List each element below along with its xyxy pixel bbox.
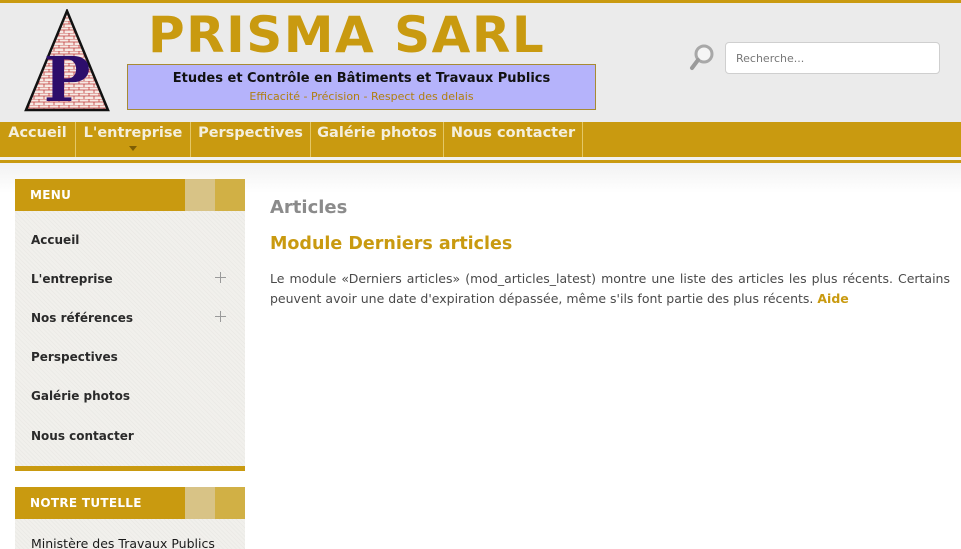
page-title: Articles [270, 197, 348, 218]
company-logo[interactable]: P [24, 9, 110, 112]
nav-item-label: Accueil [8, 125, 67, 141]
menu-panel-header: MENU [15, 179, 245, 211]
module-title: Module Derniers articles [270, 234, 513, 254]
logo-letter: P [44, 43, 91, 112]
nav-item-perspectives[interactable]: Perspectives [191, 122, 311, 157]
nav-item-label: Nous contacter [450, 125, 576, 141]
tutelle-panel-title: NOTRE TUTELLE [30, 496, 142, 510]
sidebar-item-references[interactable]: Nos références [31, 308, 133, 328]
help-link[interactable]: Aide [817, 291, 848, 306]
brand-name: PRISMA SARL [148, 6, 546, 64]
tutelle-item-ministere[interactable]: Ministère des Travaux Publics [31, 534, 215, 549]
nav-item-entreprise[interactable]: L'entreprise [76, 122, 191, 157]
tagline: Etudes et Contrôle en Bâtiments et Trava… [172, 71, 551, 86]
sidebar-item-contact[interactable]: Nous contacter [31, 426, 134, 446]
sidebar-item-perspectives[interactable]: Perspectives [31, 347, 118, 367]
menu-panel-title: MENU [30, 188, 72, 202]
main-nav: Accueil L'entreprise Perspectives Galéri… [0, 122, 961, 157]
plus-icon[interactable] [215, 311, 226, 322]
tutelle-panel-header: NOTRE TUTELLE [15, 487, 245, 519]
tutelle-panel: NOTRE TUTELLE Ministère des Travaux Publ… [15, 487, 245, 549]
nav-item-label: Galérie photos [317, 125, 437, 141]
motto: Efficacité - Précision - Respect des del… [249, 90, 474, 103]
module-description: Le module «Derniers articles» (mod_artic… [270, 269, 950, 309]
caret-down-icon [129, 146, 137, 151]
menu-panel: MENU Accueil L'entreprise Nos références… [15, 179, 245, 471]
magnifier-icon[interactable] [689, 43, 717, 73]
sidebar-item-accueil[interactable]: Accueil [31, 230, 79, 250]
menu-panel-footer [15, 466, 245, 471]
panel-tab-dark [215, 179, 245, 211]
sidebar-item-galerie[interactable]: Galérie photos [31, 386, 130, 406]
panel-tab-light [185, 487, 215, 519]
sidebar-item-entreprise[interactable]: L'entreprise [31, 269, 113, 289]
search-input[interactable] [725, 42, 940, 74]
nav-item-contact[interactable]: Nous contacter [444, 122, 583, 157]
nav-item-accueil[interactable]: Accueil [0, 122, 76, 157]
tagline-box: Etudes et Contrôle en Bâtiments et Trava… [127, 64, 596, 110]
panel-tab-dark [215, 487, 245, 519]
plus-icon[interactable] [215, 272, 226, 283]
nav-item-label: Perspectives [198, 125, 303, 141]
panel-tab-light [185, 179, 215, 211]
nav-item-label: L'entreprise [83, 125, 183, 141]
nav-item-galerie[interactable]: Galérie photos [311, 122, 444, 157]
